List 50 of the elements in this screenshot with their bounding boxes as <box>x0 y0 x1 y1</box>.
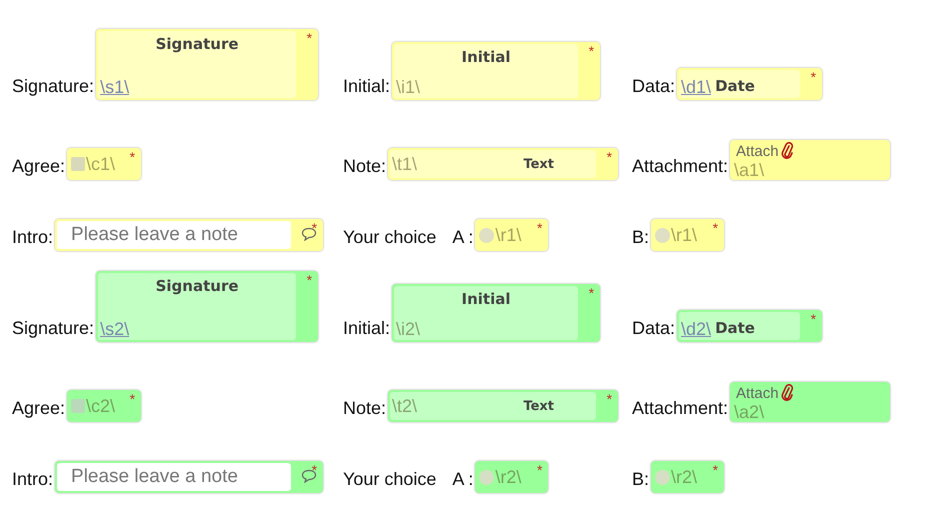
paperclip-icon <box>780 142 793 160</box>
note-input[interactable]: Please leave a note <box>57 221 292 249</box>
checkbox[interactable] <box>71 157 86 171</box>
form-field[interactable]: Please leave a note * <box>55 219 324 251</box>
field-label: Note: <box>343 155 386 177</box>
form-field[interactable]: \d1\ Date * <box>677 68 822 100</box>
form-field[interactable]: Please leave a note * <box>55 461 324 493</box>
note-input[interactable]: Please leave a note <box>57 463 292 491</box>
radio-button[interactable] <box>655 228 670 242</box>
checkbox[interactable] <box>71 399 86 413</box>
form-field[interactable]: Attach \a2\ <box>730 382 890 422</box>
field-label: Attachment: <box>632 397 728 419</box>
form-field[interactable]: \t2\ Text * <box>388 390 618 422</box>
form-field[interactable]: Initial \i1\ * <box>392 42 600 100</box>
form-field[interactable]: \c1\ * <box>67 148 142 180</box>
field-label: Note: <box>343 397 386 419</box>
speech-bubble-icon[interactable] <box>301 227 318 241</box>
form-field[interactable]: \r2\ * <box>651 461 724 493</box>
field-label: Intro: <box>12 226 54 248</box>
radio-button[interactable] <box>479 228 494 242</box>
field-label: A : <box>452 468 474 490</box>
field-label: Signature: <box>12 75 94 97</box>
field-label: Agree: <box>12 397 66 419</box>
field-label: A : <box>452 226 474 248</box>
field-label: Signature: <box>12 317 94 339</box>
form-field[interactable]: Attach \a1\ <box>730 140 890 180</box>
form-field[interactable]: \r1\ * <box>475 219 548 251</box>
field-label: Your choice <box>343 468 436 490</box>
form-field[interactable]: Signature \s2\ * <box>96 271 318 342</box>
field-label: Initial: <box>343 317 390 339</box>
field-label: Intro: <box>12 468 54 490</box>
radio-button[interactable] <box>479 470 494 484</box>
field-label: Data: <box>632 317 676 339</box>
field-label: Initial: <box>343 75 390 97</box>
form-field[interactable]: Signature \s1\ * <box>96 29 318 100</box>
form-field[interactable]: Initial \i2\ * <box>392 284 600 342</box>
field-label: Agree: <box>12 155 66 177</box>
form-field[interactable]: \t1\ Text * <box>388 148 618 180</box>
field-label: B: <box>632 468 650 490</box>
form-field[interactable]: \d2\ Date * <box>677 310 822 342</box>
form-field[interactable]: \c2\ * <box>67 390 142 422</box>
form-field[interactable]: \r2\ * <box>475 461 548 493</box>
paperclip-icon <box>780 384 793 402</box>
field-label: B: <box>632 226 650 248</box>
speech-bubble-icon[interactable] <box>301 469 318 483</box>
form-field[interactable]: \r1\ * <box>651 219 724 251</box>
field-label: Data: <box>632 75 676 97</box>
field-label: Your choice <box>343 226 436 248</box>
radio-button[interactable] <box>655 470 670 484</box>
field-label: Attachment: <box>632 155 728 177</box>
